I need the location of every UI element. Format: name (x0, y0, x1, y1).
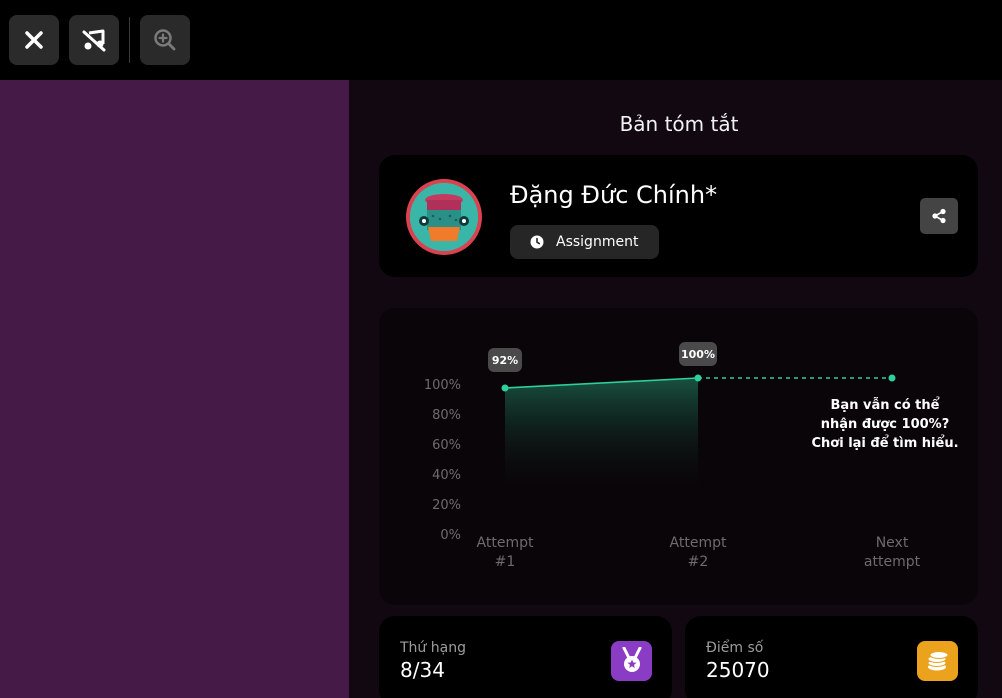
share-icon (932, 208, 946, 224)
summary-title: Bản tóm tắt (619, 112, 739, 136)
player-name: Đặng Đức Chính* (510, 181, 718, 209)
score-card: Điểm số 25070 (685, 616, 978, 698)
chart-svg: 100% 80% 60% 40% 20% 0% Attempt #1 Attempt #2 Next… (424, 342, 921, 570)
performance-chart: 100% 80% 60% 40% 20% 0% Attempt #1 Attempt #2 Next… (379, 308, 978, 605)
toolbar-divider (129, 17, 130, 63)
hint-line-1: Bạn vẫn có thể (830, 398, 940, 413)
y-tick-label: 80% (432, 408, 461, 423)
series-area (505, 378, 698, 498)
x-tick-label: Next (876, 535, 909, 551)
coins-icon (917, 641, 958, 681)
data-point (501, 384, 509, 392)
clock-icon (530, 235, 544, 249)
summary-panel: Bản tóm tắt Đặng Đức Chính* Assignment 1… (349, 80, 1002, 698)
y-tick-label: 40% (432, 468, 461, 483)
share-button[interactable] (920, 198, 958, 234)
medal-icon (611, 641, 652, 681)
top-toolbar (0, 0, 1002, 80)
hint-line-3: Chơi lại để tìm hiểu. (811, 436, 959, 451)
x-tick-label: Attempt (670, 535, 727, 551)
avatar (406, 179, 482, 255)
data-label: 100% (681, 348, 715, 361)
data-label: 92% (492, 354, 518, 367)
music-toggle-button[interactable] (69, 15, 119, 65)
rank-label: Thứ hạng (400, 640, 466, 656)
x-tick-label: Attempt (477, 535, 534, 551)
close-button[interactable] (9, 15, 59, 65)
hint-line-2: nhận được 100%? (820, 417, 950, 432)
x-tick-label: #2 (688, 554, 709, 570)
mode-badge: Assignment (510, 225, 659, 259)
score-label: Điểm số (706, 640, 764, 656)
y-tick-label: 100% (424, 378, 461, 393)
left-panel (0, 80, 349, 698)
x-tick-label: #1 (495, 554, 516, 570)
y-tick-label: 60% (432, 438, 461, 453)
mode-label: Assignment (556, 234, 639, 250)
close-icon (25, 31, 43, 49)
rank-value: 8/34 (400, 658, 445, 682)
data-point (888, 374, 896, 382)
zoom-in-button[interactable] (140, 15, 190, 65)
rank-card: Thứ hạng 8/34 (379, 616, 672, 698)
y-tick-label: 20% (432, 498, 461, 513)
profile-card: Đặng Đức Chính* Assignment (379, 155, 978, 277)
score-value: 25070 (706, 658, 770, 682)
x-tick-label: attempt (864, 554, 921, 570)
music-off-icon (82, 29, 106, 52)
data-point (694, 374, 702, 382)
chart-hint: Bạn vẫn có thể nhận được 100%? Chơi lại … (804, 396, 966, 453)
y-tick-label: 0% (440, 528, 461, 543)
zoom-in-icon (154, 29, 176, 51)
